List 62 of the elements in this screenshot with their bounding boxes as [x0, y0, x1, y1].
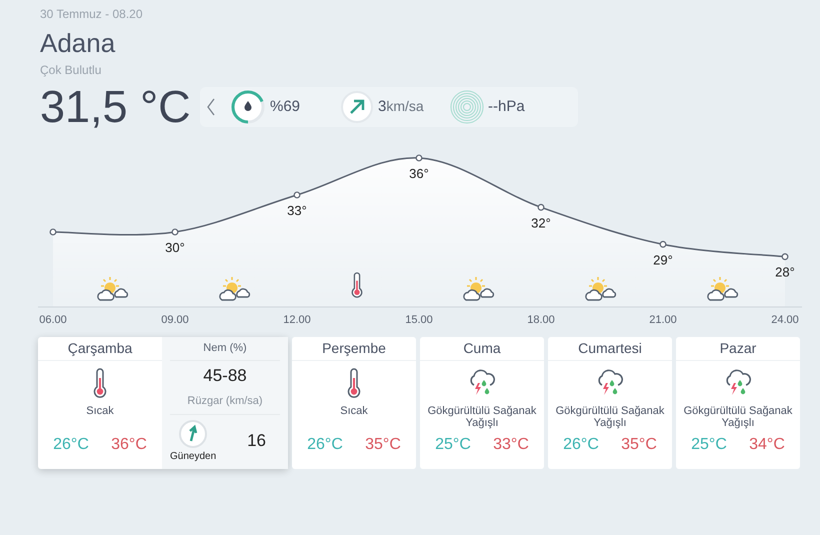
axis-tick-label: 09.00 — [161, 314, 189, 326]
axis-tick-label: 15.00 — [405, 314, 433, 326]
high-temperature: 36°C — [111, 435, 147, 455]
condition-text: Sıcak — [339, 405, 369, 417]
date-text: 30 Temmuz - 08.20 — [40, 6, 142, 23]
data-point — [416, 154, 422, 162]
low-temperature: 25°C — [435, 435, 471, 455]
pressure-icon — [450, 90, 484, 124]
data-point — [538, 204, 544, 211]
current-temperature: 31,5 °C — [40, 81, 192, 133]
value-label: 36° — [409, 166, 429, 181]
stat-value: --hPa — [488, 96, 525, 117]
axis-tick-label: 21.00 — [649, 314, 677, 326]
low-temperature: 26°C — [307, 435, 343, 455]
condition-text: Gökgürültülü Sağanak Yağışlı — [426, 405, 538, 429]
day-name: Cumartesi — [578, 339, 642, 358]
axis-tick-label: 18.00 — [527, 314, 555, 326]
day-card[interactable]: Perşembe Sıcak 26°C 35°C — [292, 337, 416, 469]
data-point — [660, 240, 666, 248]
condition-text: Gökgürültülü Sağanak Yağışlı — [554, 405, 666, 429]
high-temperature: 34°C — [749, 435, 785, 455]
city-name: Adana — [40, 27, 116, 60]
value-label: 33° — [287, 203, 307, 218]
condition-text: Çok Bulutlu — [40, 62, 102, 79]
high-temperature: 35°C — [365, 435, 401, 455]
condition-text: Sıcak — [85, 405, 115, 417]
data-point — [172, 228, 178, 236]
day-card[interactable]: Pazar Gökgürültülü Sağanak Yağışlı 25°C 34°C — [676, 337, 800, 469]
day-name: Çarşamba — [68, 339, 132, 358]
stat-value: %69 — [270, 96, 300, 117]
condition-text: Gökgürültülü Sağanak Yağışlı — [682, 405, 794, 429]
value-label: 32° — [531, 215, 551, 230]
wind-direction: Güneyden — [170, 450, 216, 464]
wind-label: Rüzgar (km/sa) — [187, 394, 263, 409]
data-point — [782, 253, 788, 260]
high-temperature: 33°C — [493, 435, 529, 455]
data-point — [50, 228, 56, 236]
axis-tick-label: 12.00 — [283, 314, 311, 326]
day-card[interactable]: Çarşamba Sıcak 26°C 36°C Nem (%) 45-88 Rüzgar (km/sa) Güneyden 16 — [38, 337, 288, 469]
day-card[interactable]: Cumartesi Gökgürültülü Sağanak Yağışlı 26°C 35°C — [548, 337, 672, 469]
data-point — [294, 192, 300, 198]
value-label: 30° — [165, 240, 185, 255]
low-temperature: 25°C — [691, 435, 727, 455]
axis-tick-label: 06.00 — [39, 314, 67, 326]
humidity-range: 45-88 — [203, 365, 247, 387]
day-name: Cuma — [463, 339, 501, 358]
day-name: Pazar — [720, 339, 756, 358]
low-temperature: 26°C — [563, 435, 599, 455]
thermometer-icon — [347, 368, 361, 398]
chevron-left-icon[interactable] — [206, 97, 216, 117]
wind-speed: 16 — [247, 430, 266, 452]
axis-tick-label: 24.00 — [771, 314, 799, 326]
humidity-label: Nem (%) — [203, 341, 247, 356]
day-card[interactable]: Cuma Gökgürültülü Sağanak Yağışlı 25°C 33°C — [420, 337, 544, 469]
value-label: 28° — [775, 264, 795, 280]
thermometer-icon — [93, 368, 107, 398]
value-label: 29° — [653, 252, 673, 268]
thermometer-icon — [351, 272, 363, 298]
stat-value: 3km/sa — [378, 96, 424, 117]
low-temperature: 26°C — [53, 435, 89, 455]
high-temperature: 35°C — [621, 435, 657, 455]
day-name: Perşembe — [322, 339, 386, 358]
